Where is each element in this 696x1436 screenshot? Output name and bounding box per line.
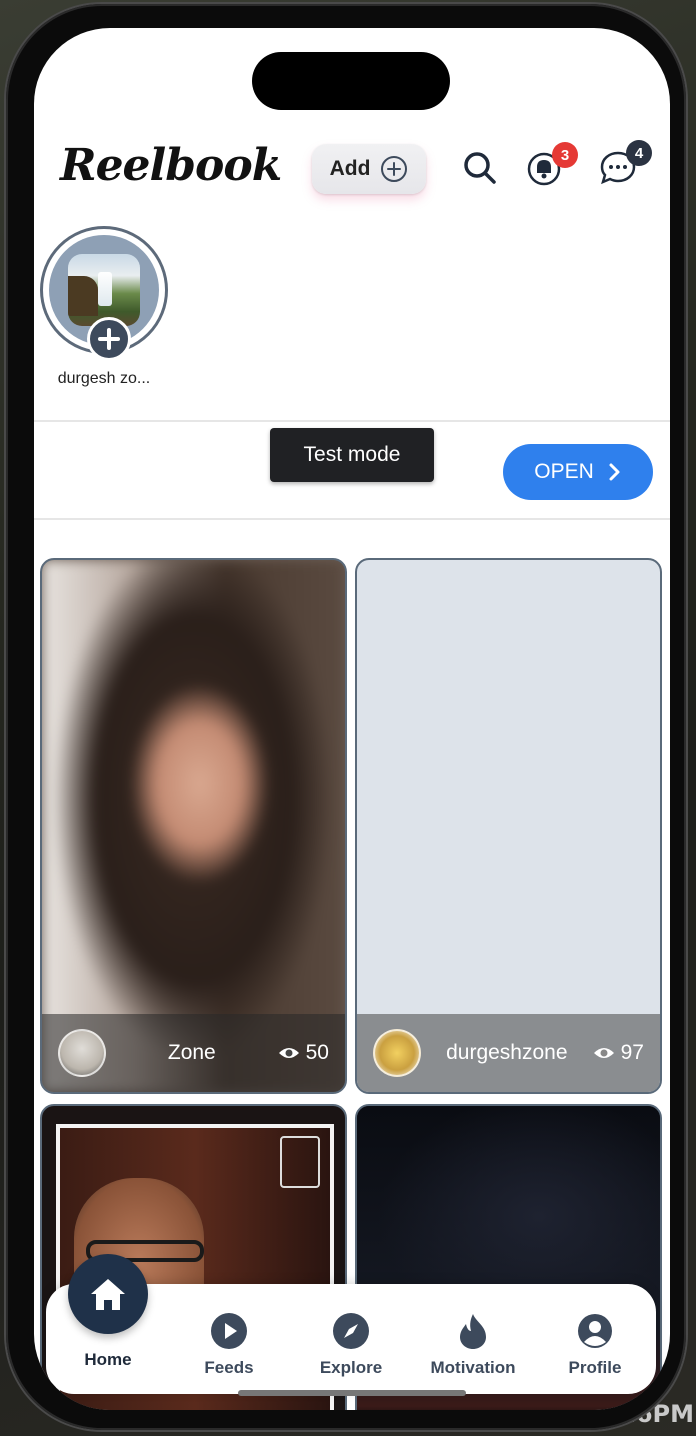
home-icon (91, 1279, 125, 1310)
dynamic-island (252, 52, 450, 110)
nav-item-feeds[interactable]: Feeds (174, 1312, 284, 1378)
app-screen: Reelbook Add 3 4 durgesh zo... Test mode… (34, 28, 670, 1410)
plus-circle-icon (381, 156, 408, 182)
avatar[interactable] (58, 1029, 106, 1077)
add-story-button[interactable] (87, 317, 131, 361)
play-icon (211, 1313, 247, 1349)
story-ring (40, 226, 168, 361)
view-count-value: 97 (620, 1041, 644, 1064)
compass-icon (333, 1313, 369, 1349)
nav-item-explore[interactable]: Explore (296, 1312, 406, 1378)
flame-icon (460, 1314, 486, 1349)
reel-username[interactable]: Zone (168, 1041, 216, 1065)
add-post-button[interactable]: Add (312, 144, 426, 194)
eye-icon (278, 1048, 299, 1058)
messages-badge: 4 (626, 140, 652, 166)
ad-banner[interactable]: Test mode OPEN (34, 420, 670, 520)
reel-card-footer: durgeshzone 97 (357, 1014, 660, 1092)
open-button-label: OPEN (534, 460, 594, 483)
reel-card-footer: Zone 50 (42, 1014, 345, 1092)
avatar[interactable] (373, 1029, 421, 1077)
nav-label-home[interactable]: Home (58, 1350, 158, 1370)
reel-username[interactable]: durgeshzone (446, 1041, 567, 1065)
nav-label-explore: Explore (319, 1358, 383, 1377)
ad-test-mode-label: Test mode (270, 428, 434, 482)
ad-open-button[interactable]: OPEN (503, 444, 653, 500)
nav-label-motivation: Motivation (430, 1358, 516, 1377)
phone-frame: Reelbook Add 3 4 durgesh zo... Test mode… (6, 4, 686, 1430)
nav-label-profile: Profile (568, 1358, 622, 1377)
bottom-nav: Home Feeds Explore Motivation Profile (46, 1254, 656, 1394)
messages-button[interactable]: 4 (598, 140, 652, 188)
reel-card[interactable]: durgeshzone 97 (355, 558, 662, 1094)
home-indicator[interactable] (238, 1390, 466, 1396)
nav-item-motivation[interactable]: Motivation (418, 1312, 528, 1378)
user-icon (578, 1314, 612, 1348)
add-button-label: Add (329, 157, 371, 180)
nav-label-feeds: Feeds (204, 1358, 254, 1377)
eye-icon (593, 1048, 614, 1058)
story-item[interactable]: durgesh zo... (40, 226, 170, 388)
view-count: 50 (278, 1041, 329, 1065)
notifications-badge: 3 (552, 142, 578, 168)
nav-item-home[interactable] (68, 1254, 148, 1334)
view-count: 97 (593, 1041, 644, 1065)
search-icon[interactable] (460, 148, 500, 188)
view-count-value: 50 (305, 1041, 329, 1064)
chevron-right-icon (609, 463, 620, 481)
notifications-button[interactable]: 3 (524, 142, 578, 188)
app-logo: Reelbook (60, 140, 282, 191)
story-username: durgesh zo... (57, 370, 151, 387)
plus-icon (98, 328, 120, 350)
nav-item-profile[interactable]: Profile (540, 1312, 650, 1378)
channel-logo (280, 1136, 320, 1188)
reel-card[interactable]: Zone 50 (40, 558, 347, 1094)
story-thumbnail (68, 254, 140, 326)
reel-thumbnail (42, 560, 345, 1092)
